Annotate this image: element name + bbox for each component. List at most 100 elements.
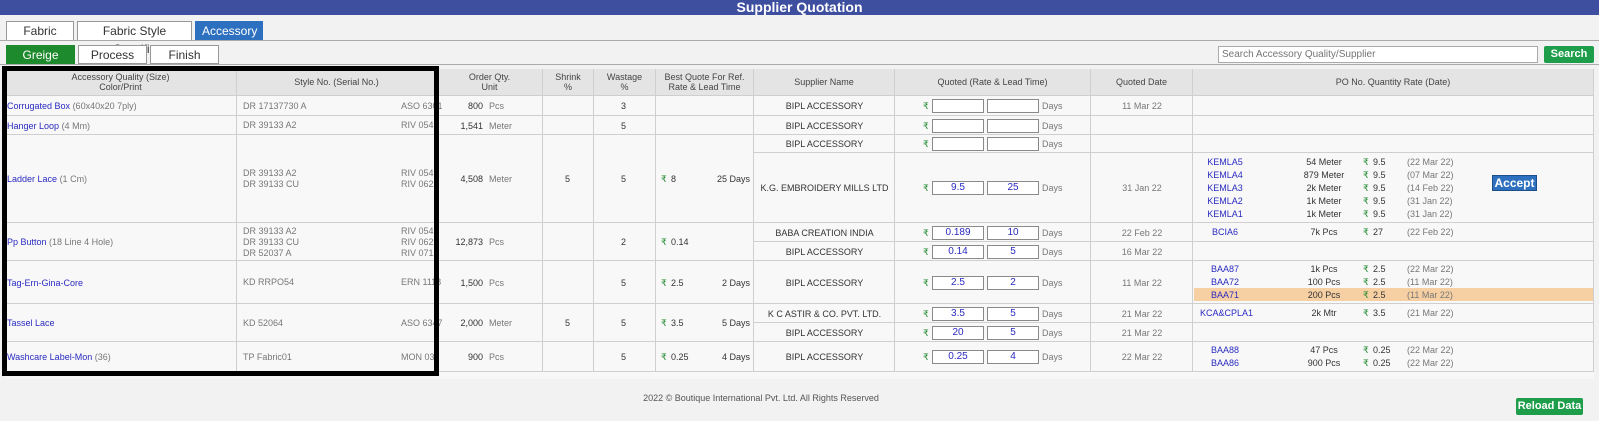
tab-finish[interactable]: Finish — [150, 45, 219, 64]
serial-number: RIV 054 — [401, 225, 434, 236]
po-number-link[interactable]: BAA86 — [1200, 358, 1250, 368]
supplier-name: K C ASTIR & CO. PVT. LTD. — [767, 308, 882, 319]
quoted-days-input[interactable]: 10 — [987, 225, 1039, 240]
search-input[interactable] — [1218, 46, 1538, 63]
rupee-icon: ₹ — [1363, 182, 1369, 193]
order-qty: 1,541 — [460, 120, 483, 131]
po-date: (21 Mar 22) — [1407, 308, 1454, 318]
po-number-link[interactable]: KCA&CPLA1 — [1200, 308, 1253, 318]
accessory-quality-link[interactable]: Corrugated Box (60x40x20 7ply) — [7, 101, 137, 111]
main-tabs: Fabric Fabric Style Specific Accessory — [6, 21, 263, 56]
po-number-link[interactable]: BCIA6 — [1200, 227, 1250, 237]
quoted-days-input[interactable]: 2 — [987, 275, 1039, 290]
quoted-days-input[interactable]: 5 — [987, 306, 1039, 321]
accessory-quality-link[interactable]: Tassel Lace — [7, 318, 55, 328]
order-unit: Pcs — [489, 352, 505, 362]
po-number-link[interactable]: KEMLA2 — [1200, 196, 1250, 206]
po-number-link[interactable]: BAA87 — [1200, 264, 1250, 274]
best-quote-rate: 0.25 — [671, 352, 689, 362]
quoted-days-input[interactable] — [987, 137, 1039, 151]
tab-fabric[interactable]: Fabric — [6, 21, 74, 40]
po-number-link[interactable]: BAA88 — [1200, 345, 1250, 355]
accessory-quality-link[interactable]: Hanger Loop (4 Mm) — [7, 121, 90, 131]
days-label: Days — [1042, 327, 1063, 338]
quoted-rate-input[interactable]: 0.14 — [932, 244, 984, 259]
cell-sh-1 — [543, 116, 594, 135]
search-button[interactable]: Search — [1544, 46, 1594, 63]
wastage-value: 5 — [621, 318, 627, 328]
rupee-icon: ₹ — [923, 327, 929, 338]
tab-accessory[interactable]: Accessory — [195, 21, 263, 40]
tab-fabric-style-specific[interactable]: Fabric Style Specific — [77, 21, 192, 56]
accessory-name[interactable]: Pp Button — [7, 237, 47, 247]
cell-po-9 — [1193, 342, 1594, 372]
accessory-name[interactable]: Hanger Loop — [7, 121, 59, 131]
header-quoted-text: Quoted (Rate & Lead Time) — [937, 77, 1048, 87]
po-number-link[interactable]: BAA72 — [1200, 277, 1250, 287]
accessory-name[interactable]: Corrugated Box — [7, 101, 70, 111]
quoted-days-input[interactable] — [987, 99, 1039, 113]
days-label: Days — [1042, 139, 1063, 149]
po-number-link[interactable]: KEMLA3 — [1200, 183, 1250, 193]
accessory-name[interactable]: Tassel Lace — [7, 318, 55, 328]
quoted-rate-input[interactable]: 3.5 — [932, 306, 984, 321]
quoted-rate-input[interactable]: 2.5 — [932, 275, 984, 290]
quoted-date: 31 Jan 22 — [1122, 183, 1162, 193]
accessory-name[interactable]: Ladder Lace — [7, 174, 57, 184]
wastage-value: 5 — [621, 277, 627, 288]
accessory-quality-link[interactable]: Ladder Lace (1 Cm) — [7, 174, 87, 184]
rupee-icon: ₹ — [661, 352, 667, 362]
quoted-days-input[interactable]: 4 — [987, 350, 1039, 364]
order-unit: Pcs — [489, 101, 505, 111]
quoted-rate-input[interactable] — [932, 137, 984, 151]
quoted-rate-input[interactable]: 0.25 — [932, 350, 984, 364]
tab-greige[interactable]: Greige — [6, 45, 75, 64]
quoted-rate-input[interactable] — [932, 99, 984, 113]
po-rate: 2.5 — [1373, 264, 1386, 274]
quoted-rate-input[interactable]: 0.189 — [932, 225, 984, 240]
quoted-rate-input[interactable] — [932, 118, 984, 133]
accessory-quality-link[interactable]: Tag-Ern-Gina-Core — [7, 278, 83, 288]
quoted-days-input[interactable] — [987, 118, 1039, 133]
serial-number: RIV 071 — [401, 247, 434, 258]
style-number: DR 39133 A2 — [243, 225, 297, 236]
tab-process[interactable]: Process — [78, 45, 147, 64]
po-number-link[interactable]: KEMLA4 — [1200, 170, 1250, 180]
cell-po-7 — [1193, 304, 1594, 323]
cell-po-5 — [1193, 242, 1594, 261]
quoted-days-input[interactable]: 5 — [987, 325, 1039, 340]
quoted-rate-input[interactable]: 20 — [932, 325, 984, 340]
accessory-quality-link[interactable]: Washcare Label-Mon (36) — [7, 352, 111, 362]
po-number-link[interactable]: KEMLA5 — [1200, 157, 1250, 167]
header-quoted-date: Quoted Date — [1091, 69, 1193, 96]
rupee-icon: ₹ — [1363, 345, 1369, 355]
header-shrink-line2: % — [563, 82, 572, 92]
rupee-icon: ₹ — [1363, 308, 1369, 318]
po-number-link[interactable]: BAA71 — [1200, 290, 1250, 300]
accessory-name[interactable]: Washcare Label-Mon — [7, 352, 92, 362]
quoted-date: 11 Mar 22 — [1122, 101, 1162, 111]
reload-data-button[interactable]: Reload Data — [1516, 398, 1583, 415]
rupee-icon: ₹ — [1363, 290, 1369, 300]
quoted-days-input[interactable]: 25 — [987, 181, 1039, 195]
shrink-value: 5 — [565, 318, 571, 328]
rupee-icon: ₹ — [923, 139, 929, 149]
accept-button[interactable]: Accept — [1492, 175, 1537, 191]
po-number-link[interactable]: KEMLA1 — [1200, 209, 1250, 219]
accessory-name[interactable]: Tag-Ern-Gina-Core — [7, 278, 83, 288]
order-unit: Meter — [489, 174, 513, 184]
days-label: Days — [1042, 227, 1063, 238]
accessory-quality-link[interactable]: Pp Button (18 Line 4 Hole) — [7, 237, 113, 247]
po-date: (22 Mar 22) — [1407, 264, 1454, 274]
serial-number: RIV 062 — [401, 179, 434, 189]
quoted-rate-input[interactable]: 9.5 — [932, 181, 984, 195]
supplier-name: BIPL ACCESSORY — [785, 120, 864, 131]
serial-number: RIV 054 — [401, 168, 434, 178]
quoted-days-input[interactable]: 5 — [987, 244, 1039, 259]
cell-b-1 — [656, 116, 754, 135]
po-rate: 0.25 — [1373, 358, 1391, 368]
po-quantity: 1k Meter — [1306, 195, 1342, 206]
serial-number: MON 037 — [401, 351, 440, 362]
best-quote-rate: 2.5 — [671, 277, 684, 288]
cell-sh-4 — [543, 261, 594, 304]
